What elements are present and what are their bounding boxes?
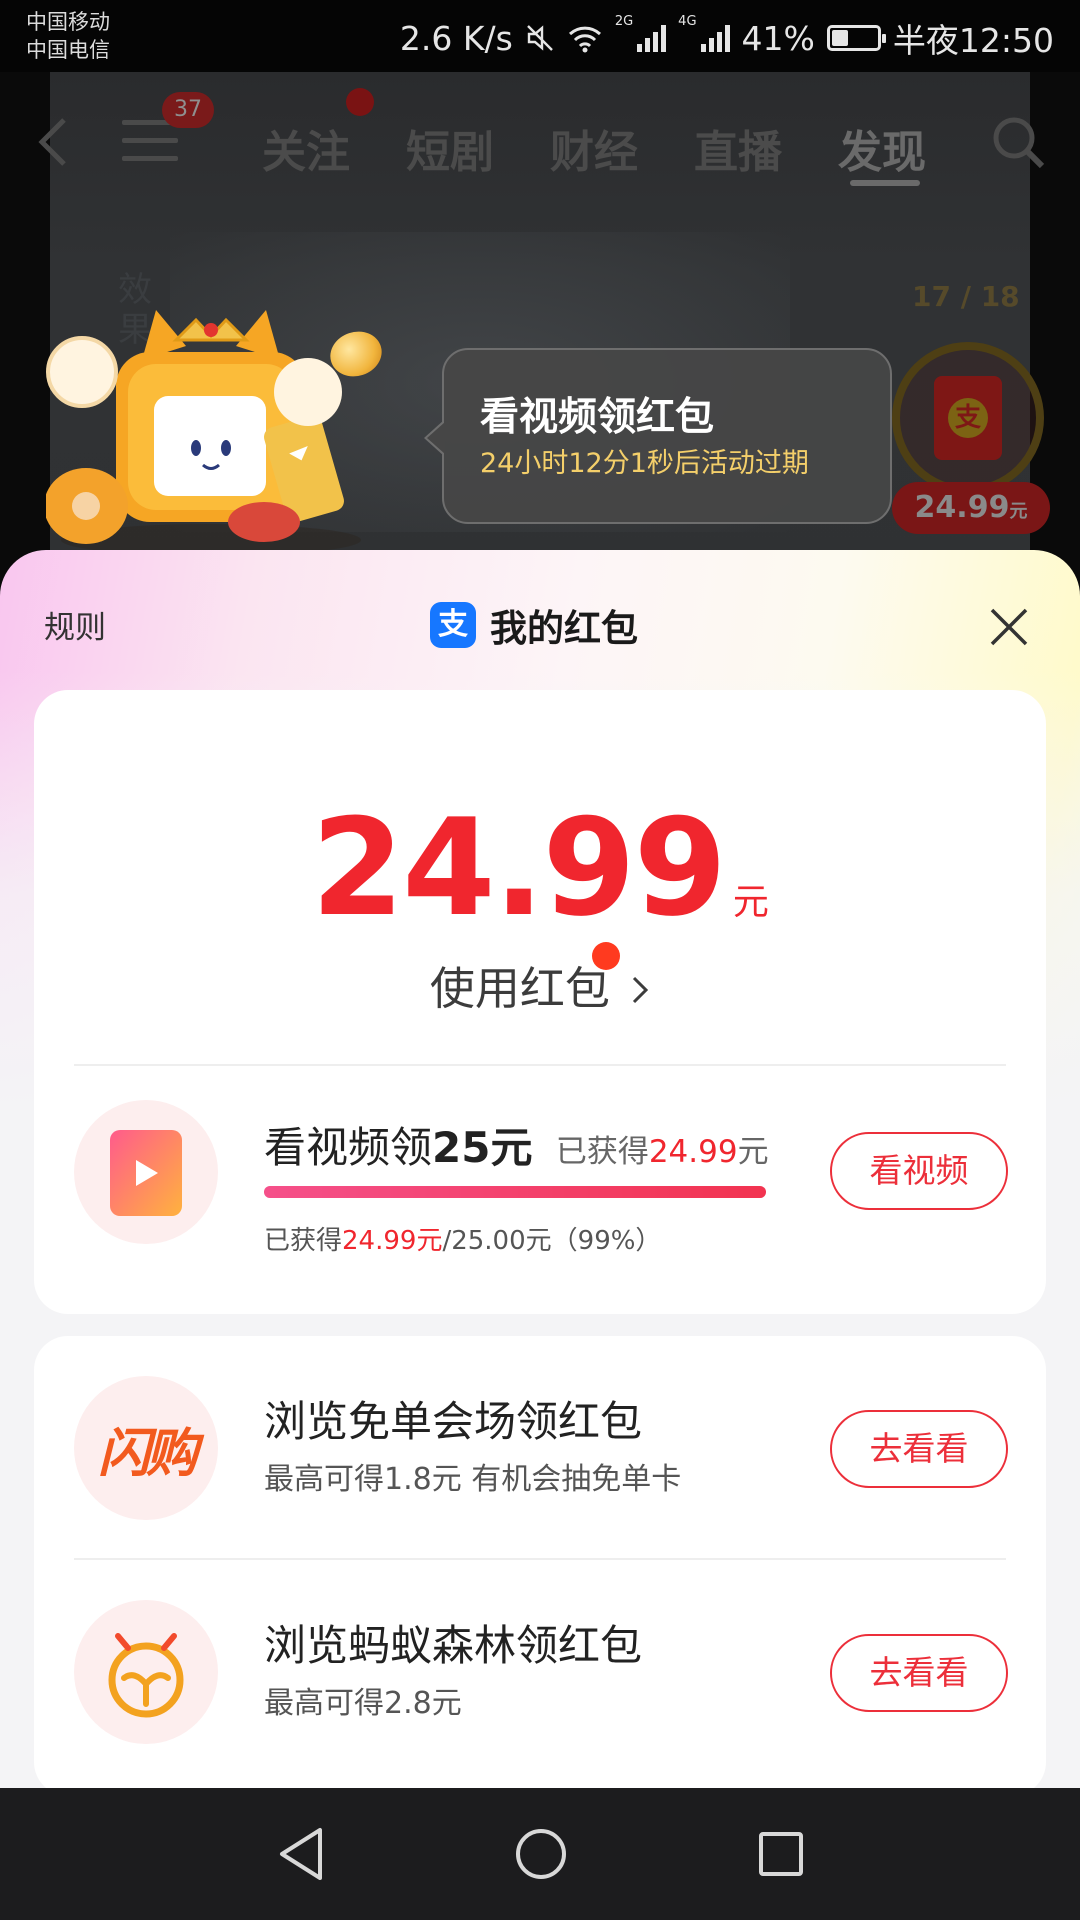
video-task-title: 看视频领25元 已获得24.99元 [264, 1123, 769, 1172]
ant-forest-glyph [108, 1633, 184, 1718]
status-bar: 中国移动 中国电信 2.6 K/s 2G 4G 41% 半夜12:50 [0, 0, 1080, 72]
battery-icon [826, 25, 886, 51]
task-title: 浏览蚂蚁森林领红包 [264, 1621, 643, 1670]
video-task-row: 看视频领25元 已获得24.99元 已获得24.99元/25.00元（99%） … [34, 1090, 1046, 1290]
tab-live[interactable]: 直播 [694, 116, 782, 180]
task-title: 浏览免单会场领红包 [264, 1397, 643, 1446]
video-task-icon-bg [74, 1100, 218, 1244]
signal-1-tag: 2G [614, 14, 634, 29]
status-indicators: 2.6 K/s 2G 4G 41% 半夜12:50 [400, 14, 1054, 62]
sheet-title: 我的红包 [490, 607, 638, 650]
carrier-labels: 中国移动 中国电信 [26, 8, 110, 64]
video-counter: 17 / 18 [912, 280, 1020, 313]
new-dot [592, 942, 620, 970]
side-amount: 24.99 [914, 490, 1010, 525]
go-look-button[interactable]: 去看看 [830, 1410, 1008, 1488]
battery-fill [831, 30, 848, 46]
video-task-progress [264, 1186, 766, 1198]
task-desc: 最高可得2.8元 [264, 1686, 462, 1721]
use-redpacket-label: 使用红包 [429, 962, 610, 1015]
signal-1-icon [637, 24, 667, 52]
chevron-right-icon [633, 976, 649, 1004]
rules-link[interactable]: 规则 [44, 602, 106, 647]
active-tab-indicator [850, 180, 920, 186]
signal-2-tag: 4G [678, 14, 697, 29]
tooltip-bubble[interactable]: 看视频领红包 24小时12分1秒后活动过期 [424, 348, 892, 524]
tab-follow[interactable]: 关注 [262, 116, 350, 180]
home-icon[interactable] [514, 1826, 568, 1882]
sheet-header: 规则 支 我的红包 [0, 550, 1080, 696]
video-top-nav: 37 关注 短剧 财经 直播 发现 [0, 72, 1080, 208]
clock: 半夜12:50 [892, 21, 1054, 60]
video-task-desc: 已获得24.99元/25.00元（99%） [264, 1226, 662, 1256]
menu-icon[interactable] [122, 120, 178, 162]
battery-percent: 41% [741, 18, 815, 58]
shangou-logo-text: 闪购 [97, 1423, 198, 1484]
use-redpacket-link[interactable]: 使用红包 [34, 952, 1046, 1017]
notification-dot [346, 88, 374, 116]
balance-card: 24.99 元 使用红包 看视频领25元 已获得24.99元 已获得24.99元… [34, 690, 1046, 1314]
wifi-icon [568, 26, 601, 53]
sheet-title-group: 支 我的红包 [430, 598, 638, 652]
net-speed: 2.6 K/s [399, 18, 513, 58]
balance-value: 24.99 [311, 790, 727, 946]
tooltip-countdown: 24小时12分1秒后活动过期 [480, 448, 809, 479]
side-amount-pill[interactable]: 24.99元 [892, 482, 1050, 534]
balance-amount: 24.99 元 [34, 790, 1046, 946]
side-redpacket-timer[interactable]: 支 [892, 342, 1044, 494]
alipay-glyph: 支 [948, 398, 988, 438]
mute-icon [526, 25, 553, 51]
carrier-1: 中国移动 [26, 10, 110, 34]
red-envelope-icon: 支 [934, 376, 1002, 460]
list-item: 浏览蚂蚁森林领红包 最高可得2.8元 去看看 [34, 1560, 1046, 1760]
video-play-icon [110, 1130, 182, 1216]
task-desc: 最高可得1.8元 有机会抽免单卡 [264, 1462, 682, 1497]
side-amount-unit: 元 [1009, 501, 1028, 522]
tab-discover[interactable]: 发现 [838, 116, 926, 180]
close-icon[interactable] [984, 602, 1034, 652]
recents-icon[interactable] [756, 1826, 806, 1882]
video-task-earned: 已获得24.99元 [555, 1134, 769, 1170]
lucky-cat-mascot-icon [46, 310, 361, 552]
progress-fill [264, 1186, 766, 1198]
carrier-2: 中国电信 [26, 38, 110, 62]
divider [74, 1064, 1006, 1066]
shangou-icon: 闪购 [74, 1376, 218, 1520]
menu-badge: 37 [162, 92, 214, 128]
back-icon[interactable] [276, 1826, 326, 1882]
go-look-button[interactable]: 去看看 [830, 1634, 1008, 1712]
search-icon[interactable] [988, 112, 1048, 172]
system-nav-bar [0, 1788, 1080, 1920]
tab-short-drama[interactable]: 短剧 [406, 116, 494, 180]
back-arrow-icon[interactable] [30, 112, 80, 172]
my-redpacket-sheet: 规则 支 我的红包 24.99 元 使用红包 看视频领25元 已获得24.99元… [0, 550, 1080, 1788]
ant-forest-icon [74, 1600, 218, 1744]
tasks-card: 闪购 浏览免单会场领红包 最高可得1.8元 有机会抽免单卡 去看看 浏览蚂蚁森林… [34, 1336, 1046, 1788]
balance-unit: 元 [732, 882, 769, 923]
tab-finance[interactable]: 财经 [550, 116, 638, 180]
tooltip-title: 看视频领红包 [480, 395, 715, 440]
alipay-logo-icon: 支 [430, 602, 476, 648]
list-item: 闪购 浏览免单会场领红包 最高可得1.8元 有机会抽免单卡 去看看 [34, 1336, 1046, 1536]
signal-2-icon [700, 24, 730, 52]
watch-video-button[interactable]: 看视频 [830, 1132, 1008, 1210]
